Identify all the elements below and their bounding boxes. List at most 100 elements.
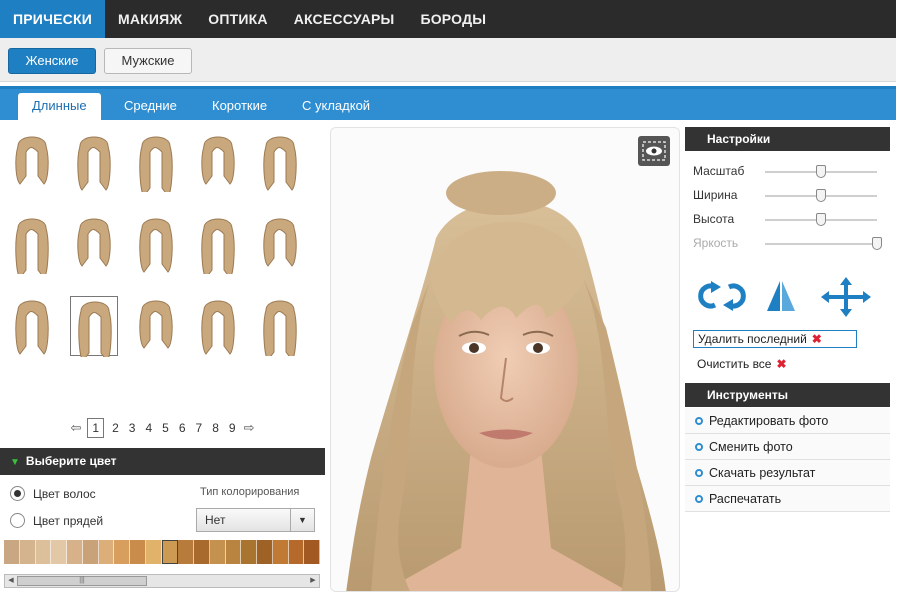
slider-knob [872, 237, 882, 250]
tool-edit-photo[interactable]: Редактировать фото [685, 408, 890, 434]
color-swatch[interactable] [130, 540, 146, 564]
page-2[interactable]: 2 [110, 421, 121, 435]
tab-beards[interactable]: БОРОДЫ [407, 0, 499, 38]
page-5[interactable]: 5 [160, 421, 171, 435]
scroll-left-icon[interactable]: ◀ [5, 575, 17, 587]
color-swatch[interactable] [82, 540, 99, 564]
hairstyle-thumbnail[interactable] [132, 132, 180, 197]
male-button[interactable]: Мужские [104, 48, 192, 74]
scroll-thumb[interactable]: ||| [17, 576, 147, 586]
radio-label: Цвет прядей [33, 513, 104, 528]
tab-long[interactable]: Длинные [18, 93, 101, 120]
hairstyle-thumbnail[interactable] [256, 296, 304, 361]
delete-last-button[interactable]: Удалить последний ✖ [693, 330, 857, 348]
tab-optics[interactable]: ОПТИКА [195, 0, 280, 38]
hairstyle-thumbnail[interactable] [194, 214, 242, 279]
color-swatch[interactable] [257, 540, 273, 564]
hairstyle-thumbnail[interactable] [8, 296, 56, 356]
slider-label: Масштаб [693, 164, 745, 178]
page-3[interactable]: 3 [127, 421, 138, 435]
tab-medium[interactable]: Средние [110, 93, 191, 120]
rotate-icon[interactable] [693, 279, 751, 313]
slider-track[interactable] [765, 237, 882, 250]
hairstyle-thumbnail[interactable] [194, 132, 242, 192]
slider-row: Высота [693, 211, 883, 229]
page-7[interactable]: 7 [194, 421, 205, 435]
color-swatch[interactable] [19, 540, 36, 564]
hairstyle-thumbnail[interactable] [132, 214, 180, 274]
move-arrows-icon[interactable] [821, 277, 871, 317]
color-swatch[interactable] [98, 540, 115, 564]
tab-makeup[interactable]: МАКИЯЖ [105, 0, 195, 38]
flip-icon[interactable] [763, 279, 799, 313]
slider-knob[interactable] [816, 213, 826, 226]
slider-track[interactable] [765, 213, 877, 226]
hairstyle-thumbnail[interactable] [194, 296, 242, 356]
color-swatch[interactable] [272, 540, 289, 564]
tool-change-photo[interactable]: Сменить фото [685, 434, 890, 460]
color-swatch[interactable] [145, 540, 162, 564]
color-swatch[interactable] [178, 540, 194, 564]
tool-download-result[interactable]: Скачать результат [685, 460, 890, 486]
color-swatch[interactable] [114, 540, 130, 564]
hairstyle-thumbnail[interactable] [256, 214, 304, 274]
color-swatch[interactable] [304, 540, 320, 564]
slider-track[interactable] [765, 165, 877, 178]
slider-track[interactable] [765, 189, 877, 202]
tool-print[interactable]: Распечатать [685, 486, 890, 512]
tab-short[interactable]: Короткие [198, 93, 281, 120]
slider-label: Высота [693, 212, 735, 226]
hairstyle-thumbnail[interactable] [8, 132, 56, 192]
color-swatch[interactable] [67, 540, 83, 564]
page-8[interactable]: 8 [210, 421, 221, 435]
left-panel: ⇦ 1 2 3 4 5 6 7 8 9 ⇨ ▼ Выберите цвет Цве… [0, 122, 325, 600]
settings-header: Настройки [685, 127, 890, 151]
arrow-right-icon[interactable]: ⇨ [244, 420, 255, 436]
page-4[interactable]: 4 [143, 421, 154, 435]
tool-label: Скачать результат [709, 466, 816, 480]
female-button[interactable]: Женские [8, 48, 96, 74]
page-9[interactable]: 9 [227, 421, 238, 435]
color-swatch[interactable] [209, 540, 226, 564]
slider-knob[interactable] [816, 189, 826, 202]
hairstyle-thumbnail[interactable] [132, 296, 180, 356]
color-swatch[interactable] [51, 540, 67, 564]
coloring-type-select[interactable]: Нет ▼ [196, 508, 315, 532]
radio-dot [10, 486, 25, 501]
clear-all-label: Очистить все [697, 357, 772, 371]
radio-strand-color[interactable]: Цвет прядей [10, 513, 103, 528]
coloring-type-label: Тип колорирования [200, 486, 300, 498]
hairstyle-thumbnail[interactable] [70, 296, 118, 362]
portrait-image [331, 128, 679, 591]
radio-hair-color[interactable]: Цвет волос [10, 486, 96, 501]
tab-hairstyles[interactable]: ПРИЧЕСКИ [0, 0, 105, 38]
page-6[interactable]: 6 [177, 421, 188, 435]
tab-styled[interactable]: С укладкой [288, 93, 384, 120]
swatch-scrollbar[interactable]: ◀ ||| ▶ [4, 574, 320, 588]
color-swatch[interactable] [35, 540, 52, 564]
tab-accessories[interactable]: АКСЕССУАРЫ [281, 0, 408, 38]
slider-label: Яркость [693, 236, 739, 250]
page-1[interactable]: 1 [87, 418, 105, 438]
hairstyle-thumbnail[interactable] [256, 132, 304, 192]
color-swatch[interactable] [241, 540, 257, 564]
color-swatch[interactable] [194, 540, 210, 564]
arrow-left-icon[interactable]: ⇦ [71, 420, 82, 436]
hairstyle-thumbnail[interactable] [70, 132, 118, 192]
hairstyle-thumbnail[interactable] [70, 214, 118, 274]
color-swatch[interactable] [161, 540, 179, 564]
color-panel-title: Выберите цвет [25, 454, 117, 468]
scroll-right-icon[interactable]: ▶ [307, 575, 319, 587]
hairstyle-thumbnail[interactable] [8, 214, 56, 279]
slider-knob[interactable] [816, 165, 826, 178]
preview-toggle-button[interactable] [638, 136, 670, 166]
gender-bar: Женские Мужские [0, 38, 896, 82]
select-value: Нет [205, 513, 226, 527]
color-swatch[interactable] [288, 540, 305, 564]
right-panel: Настройки Масштаб Ширина Высота Яркость [685, 127, 890, 592]
clear-all-button[interactable]: Очистить все ✖ [697, 357, 787, 371]
color-panel-header[interactable]: ▼ Выберите цвет [0, 448, 325, 475]
color-swatch[interactable] [225, 540, 242, 564]
color-swatch[interactable] [4, 540, 20, 564]
bullet-icon [695, 469, 703, 477]
